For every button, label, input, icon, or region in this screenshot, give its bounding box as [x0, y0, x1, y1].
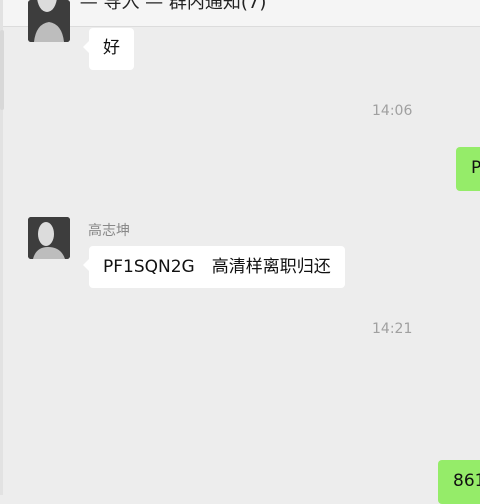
scrollbar-thumb[interactable]: [0, 30, 4, 110]
chat-header: 【群】 — 导入 — 群内通知(7): [0, 0, 480, 27]
message-bubble-outgoing[interactable]: 861: [438, 460, 480, 504]
default-user-avatar-icon: [28, 217, 70, 259]
message-text: 好: [103, 38, 120, 58]
message-bubble-incoming[interactable]: 好: [83, 28, 134, 70]
sender-name: 高志坤: [88, 223, 130, 239]
message-text: 861: [453, 471, 480, 491]
message-timestamp: 14:21: [372, 321, 413, 337]
message-bubble-incoming[interactable]: PF1SQN2G 高清样离职归还: [83, 246, 345, 288]
message-text: PF1SQN2G 高清样离职归还: [103, 257, 331, 277]
message-timestamp: 14:06: [372, 103, 413, 119]
chat-message-area[interactable]: 【群】 — 导入 — 群内通知(7) 好 14:06 P 高志坤 PF1SQN2…: [0, 0, 480, 504]
avatar-icon[interactable]: [28, 217, 70, 259]
default-user-avatar-icon: [28, 0, 70, 42]
message-bubble-outgoing[interactable]: P: [456, 147, 480, 191]
message-text: P: [471, 158, 480, 178]
avatar-icon[interactable]: [28, 0, 70, 42]
